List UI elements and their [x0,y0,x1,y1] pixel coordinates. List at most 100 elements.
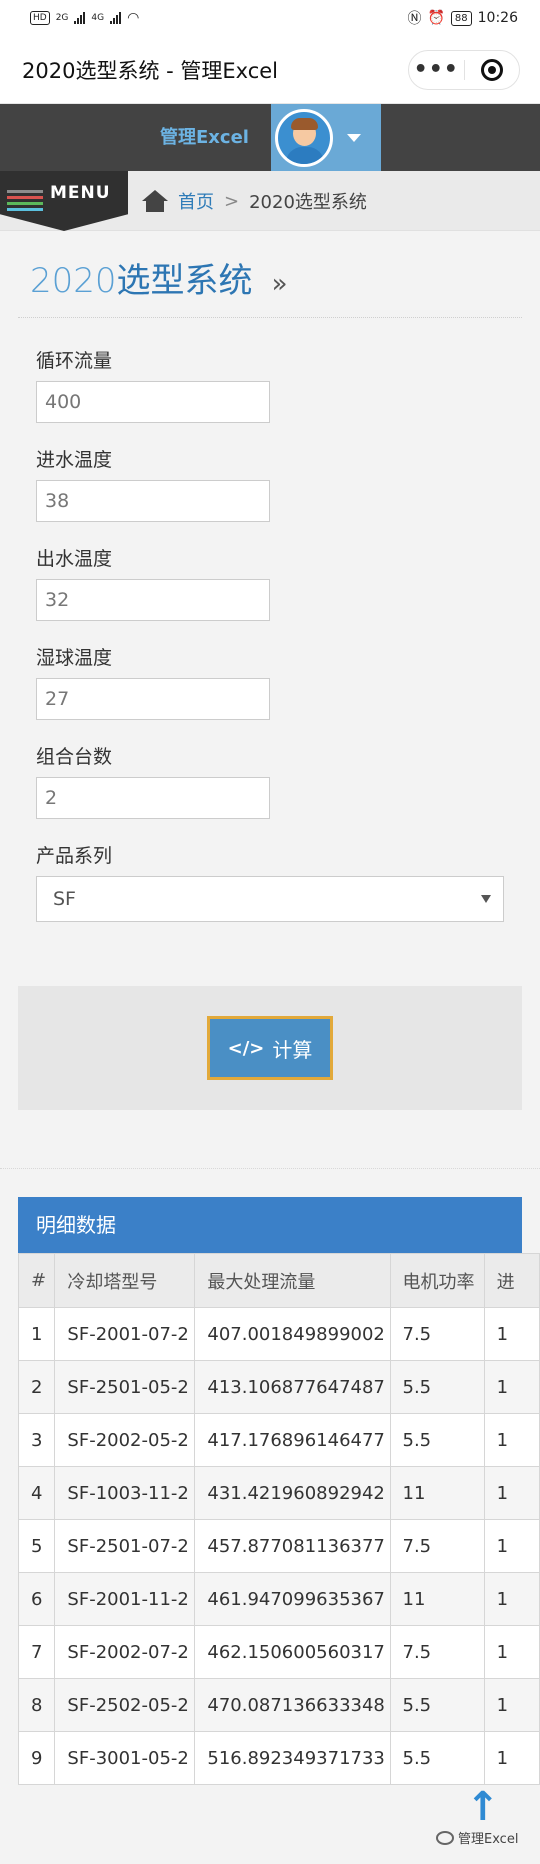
more-icon[interactable]: ••• [409,50,464,90]
capsule-menu: ••• [408,49,520,90]
code-icon: </> [227,1037,265,1059]
nfc-icon: Ⓝ [407,11,422,27]
close-miniprogram-button[interactable] [465,58,520,81]
cell-motor-power: 5.5 [389,1731,485,1785]
scroll-top-icon[interactable]: ↑ [466,1784,500,1830]
app-header: 管理Excel [0,104,540,171]
cell-max-flow: 407.001849899002 [194,1307,391,1361]
table-row: 2 SF-2501-05-2 413.106877647487 5.5 1 [18,1360,540,1414]
home-icon[interactable] [142,190,168,212]
column-header-index: # [18,1253,56,1308]
calculate-button-label: 计算 [272,1037,313,1062]
cell-truncated: 1 [483,1625,540,1679]
cell-index: 1 [18,1307,56,1361]
series-select-value: SF [53,888,76,910]
inlet-temp-label: 进水温度 [36,449,113,471]
outlet-temp-label: 出水温度 [36,548,113,570]
cell-motor-power: 7.5 [389,1625,485,1679]
cell-truncated: 1 [483,1307,540,1361]
wet-bulb-label: 湿球温度 [36,647,113,669]
table-row: 4 SF-1003-11-2 431.421960892942 11 1 [18,1466,540,1520]
menu-label: MENU [50,183,111,203]
page-title-text: 选型系统 [116,261,253,301]
action-panel: </> 计算 [18,986,522,1110]
table-row: 3 SF-2002-05-2 417.176896146477 5.5 1 [18,1413,540,1467]
brand-label: 管理Excel [160,127,249,148]
cell-motor-power: 5.5 [389,1678,485,1732]
breadcrumb-row: MENU 首页 > 2020选型系统 [0,171,540,231]
cell-index: 6 [18,1572,56,1626]
wet-bulb-input[interactable] [36,678,270,720]
cell-max-flow: 470.087136633348 [194,1678,391,1732]
signal-icon [74,12,86,24]
network-4g: 4G [91,13,105,23]
table-header-row: # 冷却塔型号 最大处理流量 电机功率 进 [18,1253,540,1308]
calculate-button[interactable]: </> 计算 [207,1016,333,1080]
table-row: 9 SF-3001-05-2 516.892349371733 5.5 1 [18,1731,540,1785]
detail-table: # 冷却塔型号 最大处理流量 电机功率 进 1 SF-2001-07-2 407.0… [18,1253,540,1785]
series-select[interactable]: SF [36,876,504,922]
status-bar: HD 2G 4G ◠ Ⓝ ⏰ 88 10:26 [0,0,540,36]
chevron-right-icon: » [271,269,288,299]
flow-input[interactable] [36,381,270,423]
cell-model: SF-2002-07-2 [54,1625,196,1679]
cell-motor-power: 11 [389,1572,485,1626]
cell-model: SF-2002-05-2 [54,1413,196,1467]
units-input[interactable] [36,777,270,819]
menu-icon [7,190,43,214]
cell-max-flow: 413.106877647487 [194,1360,391,1414]
flow-label: 循环流量 [36,350,113,372]
caret-down-icon [347,133,361,142]
wechat-icon [436,1830,454,1845]
cell-index: 4 [18,1466,56,1520]
cell-index: 3 [18,1413,56,1467]
miniprogram-title-bar: 2020选型系统 - 管理Excel ••• [0,36,540,104]
cell-model: SF-3001-05-2 [54,1731,196,1785]
clock: 10:26 [477,10,518,26]
cell-max-flow: 417.176896146477 [194,1413,391,1467]
table-row: 7 SF-2002-07-2 462.150600560317 7.5 1 [18,1625,540,1679]
cell-max-flow: 461.947099635367 [194,1572,391,1626]
network-2g: 2G [55,13,69,23]
cell-truncated: 1 [483,1572,540,1626]
cell-truncated: 1 [483,1731,540,1785]
signal-icon-2 [110,12,122,24]
column-header-truncated: 进 [483,1253,540,1308]
watermark-text: 管理Excel [458,1832,519,1847]
cell-model: SF-2502-05-2 [54,1678,196,1732]
target-icon [480,58,503,81]
cell-index: 7 [18,1625,56,1679]
units-label: 组合台数 [36,746,113,768]
wifi-icon: ◠ [127,10,140,26]
detail-panel: 明细数据 # 冷却塔型号 最大处理流量 电机功率 进 1 SF-2001-07-2… [18,1197,540,1785]
inlet-temp-input[interactable] [36,480,270,522]
table-row: 5 SF-2501-07-2 457.877081136377 7.5 1 [18,1519,540,1573]
breadcrumb-current: 2020选型系统 [249,192,367,213]
cell-max-flow: 457.877081136377 [194,1519,391,1573]
table-row: 1 SF-2001-07-2 407.001849899002 7.5 1 [18,1307,540,1361]
cell-motor-power: 7.5 [389,1519,485,1573]
cell-truncated: 1 [483,1519,540,1573]
cell-max-flow: 431.421960892942 [194,1466,391,1520]
breadcrumb-home-link[interactable]: 首页 [178,188,214,214]
outlet-temp-input[interactable] [36,579,270,621]
breadcrumb-separator: > [224,190,240,212]
cell-model: SF-2501-07-2 [54,1519,196,1573]
detail-title: 明细数据 [18,1197,522,1253]
cell-truncated: 1 [483,1413,540,1467]
cell-truncated: 1 [483,1360,540,1414]
user-menu-button[interactable] [271,104,381,171]
hd-badge: HD [30,11,50,25]
cell-index: 8 [18,1678,56,1732]
column-header-max-flow: 最大处理流量 [194,1253,391,1308]
cell-motor-power: 11 [389,1466,485,1520]
cell-truncated: 1 [483,1466,540,1520]
breadcrumb: 首页 > 2020选型系统 [142,171,367,231]
cell-model: SF-1003-11-2 [54,1466,196,1520]
avatar [275,108,333,167]
divider [0,1168,540,1169]
cell-max-flow: 462.150600560317 [194,1625,391,1679]
menu-toggle-button[interactable]: MENU [0,171,128,231]
cell-index: 9 [18,1731,56,1785]
page-title-number: 2020 [30,261,117,301]
